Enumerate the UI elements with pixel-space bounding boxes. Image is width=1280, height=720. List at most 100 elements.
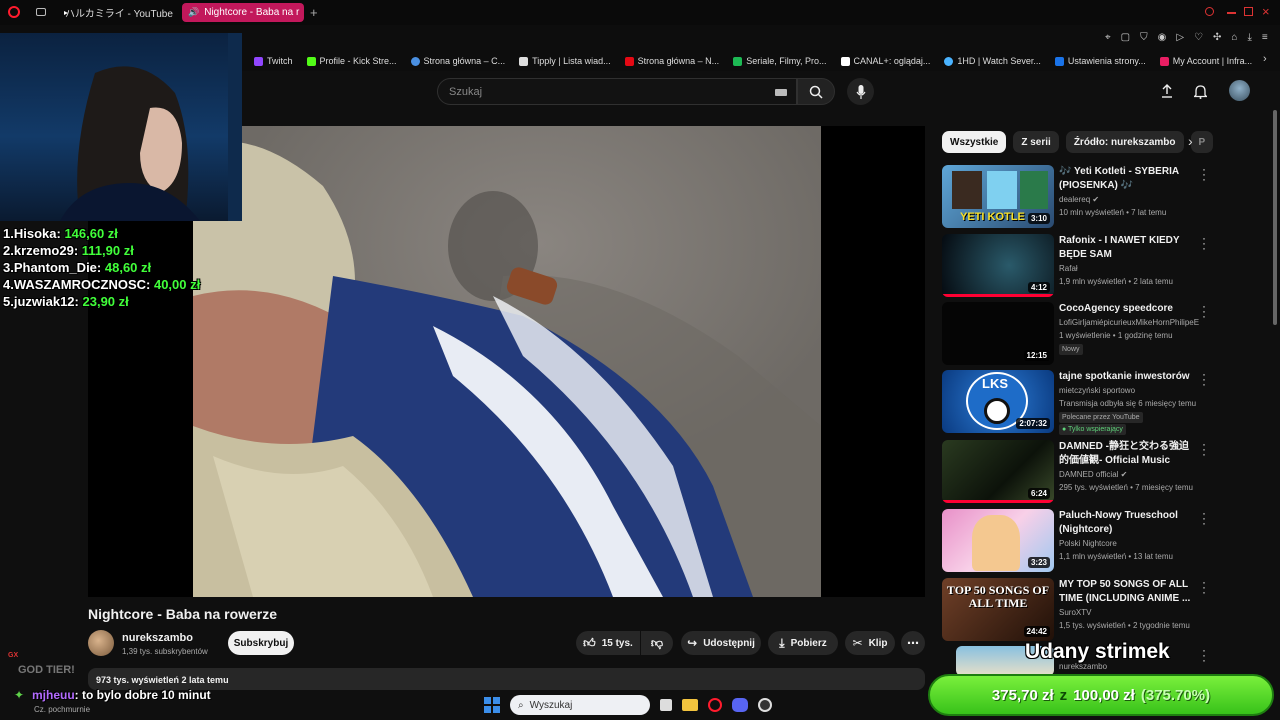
recommendation-item[interactable]: YETI KOTLE 3:10 🎶 Yeti Kotleti - SYBERIA… [942,163,1212,229]
video-thumbnail[interactable]: 12:15 [942,302,1054,365]
recommendation-item[interactable]: 6:24 DAMNED -静狂と交わる強迫的価値観- Official Musi… [942,438,1212,504]
tipply-icon [519,56,529,66]
shield-icon[interactable]: ⛉ [1140,32,1148,43]
pin-icon[interactable]: ⌖ [1105,32,1111,43]
chip-series[interactable]: Z serii [1013,131,1059,153]
obs-icon[interactable] [758,698,772,712]
recommendation-channel[interactable]: dealereq ✔ [1059,195,1209,204]
search-icon: ⌕ [518,699,524,711]
info-icon [944,56,954,66]
account-avatar[interactable] [1229,80,1250,101]
bookmark-c[interactable]: Strona główna – C... [410,56,505,66]
workspaces-icon[interactable] [36,8,46,16]
thumbnail-text: YETI KOTLE [960,211,1025,223]
more-vertical-icon[interactable]: · · · [1200,232,1208,254]
like-button[interactable]: 👍︎ 15 tys. [576,631,640,655]
page-scrollbar[interactable] [1273,110,1277,325]
search-input[interactable]: Szukaj [437,78,797,105]
recommendation-channel[interactable]: LofiGirljamiépicurieuxMikeHornPhilipeEt.… [1059,318,1199,327]
tab-label: Nightcore - Baba na r [204,7,300,18]
bookmark-netflix[interactable]: Strona główna – N... [624,56,719,66]
chip-source[interactable]: Źródło: nurekszambo [1065,131,1184,153]
taskbar-search-input[interactable]: ⌕ Wyszukaj [510,695,650,715]
recommendation-item[interactable]: 4:12 Rafonix - I NAWET KIEDY BĘDE SAM Ra… [942,232,1212,298]
notifications-bell-icon[interactable] [1192,84,1209,104]
more-vertical-icon[interactable]: · · · [1200,300,1208,322]
search-tabs-icon[interactable] [1205,7,1214,16]
bookmarks-more-icon[interactable]: › [1263,53,1267,65]
recommendation-channel[interactable]: DAMNED official ✔ [1059,470,1209,479]
opera-logo-icon[interactable] [8,6,20,18]
bookmark-tipply[interactable]: Tipply | Lista wiad... [519,56,611,66]
bookmark-seriale[interactable]: Seriale, Filmy, Pro... [733,56,827,66]
close-icon[interactable]: × [1262,4,1270,19]
more-vertical-icon[interactable]: · · · [1200,163,1208,185]
task-view-icon[interactable] [660,699,672,711]
voice-search-button[interactable] [847,78,874,105]
duration-badge: 12:15 [1023,350,1050,361]
recommendation-item[interactable]: LKS 2:07:32 tajne spotkanie inwestorów m… [942,368,1212,435]
video-title: Nightcore - Baba na rowerze [88,606,278,622]
menu-icon[interactable]: ≡ [1262,32,1268,43]
bookmark-1hd[interactable]: 1HD | Watch Sever... [944,56,1041,66]
chip-more[interactable]: P [1190,131,1214,153]
heart-icon[interactable]: ♡ [1194,32,1203,43]
more-vertical-icon[interactable]: · · · [1200,368,1208,390]
download-button[interactable]: ⤓ Pobierz [768,631,838,655]
recommendation-item[interactable]: 3:23 Paluch-Nowy Trueschool (Nightcore) … [942,507,1212,573]
recommendation-meta: 295 tys. wyświetleń • 7 miesięcy temu [1059,483,1193,492]
video-thumbnail[interactable]: LKS 2:07:32 [942,370,1054,433]
more-actions-button[interactable]: ⋯ [901,631,925,655]
recommendation-channel[interactable]: mietczyński sportowo [1059,386,1209,395]
camera-icon[interactable]: ◉ [1158,32,1167,43]
tab-youtube[interactable]: ハルカミライ - YouTube [54,3,178,22]
video-thumbnail[interactable]: 4:12 [942,234,1054,297]
channel-name[interactable]: nurekszambo [122,632,193,644]
file-explorer-icon[interactable] [682,699,698,711]
video-thumbnail[interactable]: TOP 50 SONGS OF ALL TIME 24:42 [942,578,1054,641]
bookmark-infra[interactable]: My Account | Infra... [1159,56,1252,66]
thumbs-up-icon: 👍︎ [583,635,596,650]
maximize-icon[interactable] [1244,7,1253,16]
more-vertical-icon[interactable]: · · · [1200,438,1208,460]
more-vertical-icon[interactable]: · · · [1200,644,1208,666]
subscribe-button[interactable]: Subskrybuj [228,631,294,655]
play-icon[interactable]: ▷ [1176,32,1184,43]
windows-start-icon[interactable] [484,697,500,713]
more-vertical-icon[interactable]: · · · [1200,576,1208,598]
keyboard-icon[interactable] [775,89,787,96]
more-vertical-icon[interactable]: · · · [1200,507,1208,529]
minimize-icon[interactable] [1227,12,1236,14]
video-thumbnail[interactable]: YETI KOTLE 3:10 [942,165,1054,228]
speaker-icon[interactable]: 🔊 [188,7,199,18]
tab-nightcore[interactable]: 🔊 Nightcore - Baba na r [182,3,304,22]
recommendation-item[interactable]: TOP 50 SONGS OF ALL TIME 24:42 MY TOP 50… [942,576,1212,642]
chips-next-icon[interactable]: › [1188,133,1193,149]
bookmark-twitch[interactable]: Twitch [254,56,293,66]
recommendation-channel[interactable]: SuroXTV [1059,608,1209,617]
bookmark-ustawienia[interactable]: Ustawienia strony... [1054,56,1146,66]
clip-button[interactable]: ✂ Klip [845,631,895,655]
recommendation-item[interactable]: 12:15 CocoAgency speedcore LofiGirljamié… [942,300,1212,366]
download-icon[interactable]: ⤓ [1247,32,1251,43]
extensions-icon[interactable]: ✣ [1213,32,1221,43]
recommendation-channel[interactable]: Polski Nightcore [1059,539,1209,548]
chip-all[interactable]: Wszystkie [942,131,1007,153]
bookmark-canal[interactable]: CANAL+: oglądaj... [840,56,930,66]
history-icon[interactable]: ⌂ [1231,32,1237,43]
share-button[interactable]: ↪ Udostępnij [681,631,761,655]
video-thumbnail[interactable]: 6:24 [942,440,1054,503]
capture-icon[interactable]: ▢ [1121,32,1130,43]
bookmark-kick[interactable]: Profile - Kick Stre... [306,56,397,66]
opera-taskbar-icon[interactable] [708,698,722,712]
upload-icon[interactable] [1161,84,1173,103]
video-thumbnail[interactable]: 3:23 [942,509,1054,572]
channel-avatar[interactable] [88,630,114,656]
search-button[interactable] [797,78,835,105]
recommendation-channel[interactable]: Rafał [1059,264,1209,273]
new-tab-button[interactable]: + [310,5,318,20]
discord-icon[interactable] [732,698,748,712]
chat-message-text: GOD TIER! [18,664,75,676]
dislike-button[interactable]: 👎︎ [641,631,673,655]
duration-badge: 6:24 [1027,488,1050,499]
